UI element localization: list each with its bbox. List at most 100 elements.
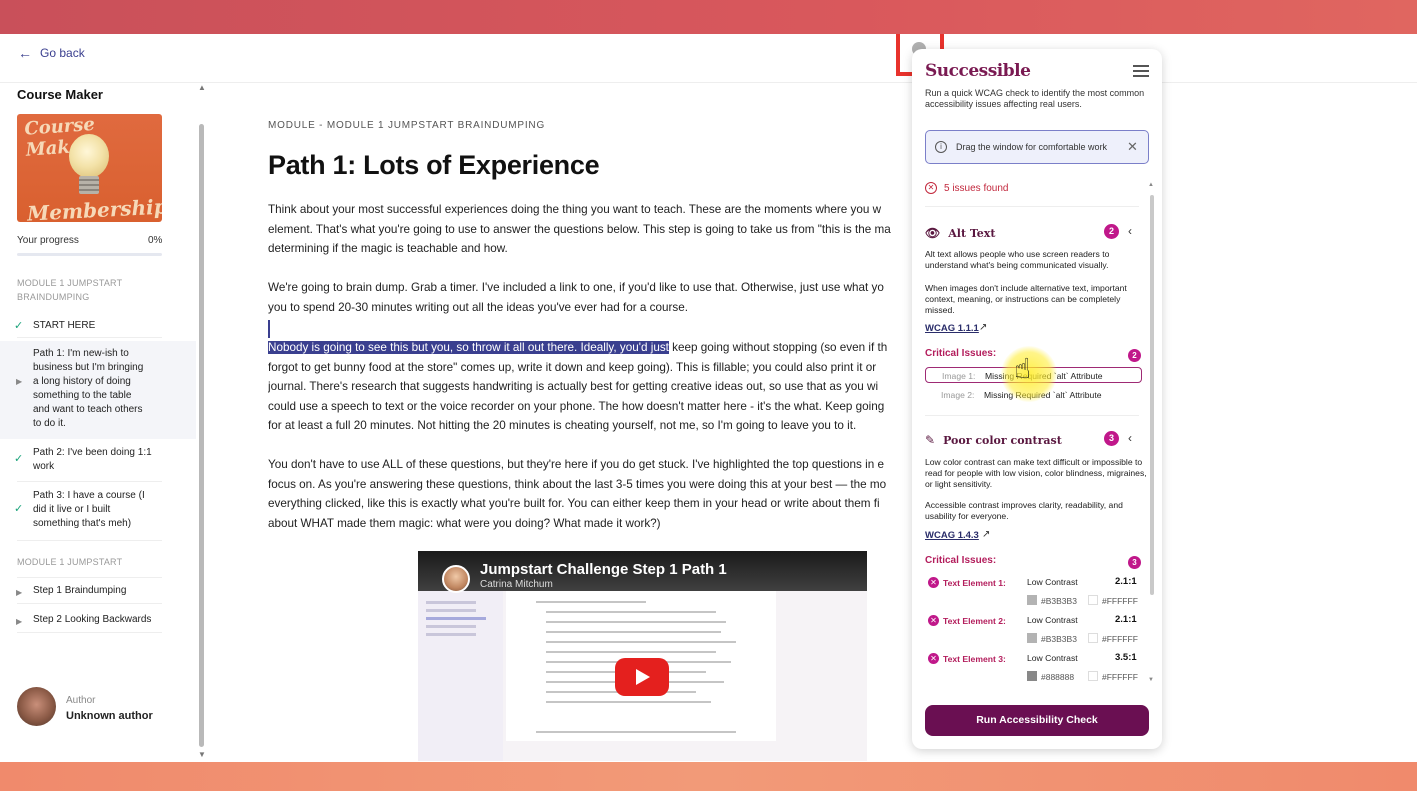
lesson-label: START HERE (33, 320, 96, 331)
scroll-up-arrow-icon[interactable]: ▲ (198, 83, 206, 92)
header-divider (0, 82, 1417, 83)
section-header-alt-text[interactable]: 👁 Alt Text (925, 226, 995, 240)
issue-name: Image 2: (941, 390, 975, 400)
lesson-label-line: something that's meh) (33, 518, 132, 529)
text-selection-start (268, 320, 270, 338)
contrast-issue-row[interactable]: ✕ Text Element 2: Low Contrast 2.1:1 #B3… (925, 613, 1142, 651)
critical-issues-label: Critical Issues: (925, 555, 997, 566)
contrast-issue-row[interactable]: ✕ Text Element 1: Low Contrast 2.1:1 #B3… (925, 575, 1142, 613)
wcag-link[interactable]: WCAG 1.4.3 (925, 530, 979, 541)
lesson-label: Step 2 Looking Backwards (33, 614, 152, 625)
lesson-item-start-here[interactable]: ✓ START HERE (0, 319, 196, 333)
issues-summary-text: 5 issues found (944, 182, 1009, 194)
panel-divider (925, 415, 1139, 416)
module-heading-line: BRAINDUMPING (17, 292, 90, 302)
lesson-item-path-3[interactable]: ✓ Path 3: I have a course (I did it live… (0, 489, 196, 531)
background-color: #FFFFFF (1102, 672, 1138, 682)
lesson-label-line: business but I'm bringing (33, 362, 144, 373)
drag-notice-text: Drag the window for comfortable work (956, 142, 1108, 152)
author-label: Author (66, 695, 96, 706)
close-icon[interactable]: ✕ (1127, 139, 1138, 155)
lesson-label: Path 1: I'm new-ish to business but I'm … (33, 347, 163, 431)
paragraph-line: Think about your most successful experie… (268, 203, 882, 216)
background-swatch (1088, 633, 1098, 643)
lesson-item-path-2[interactable]: ✓ Path 2: I've been doing 1:1 work (0, 446, 196, 474)
video-author: Catrina Mitchum (480, 579, 553, 590)
paragraph-line: focus on. As you're answering these ques… (268, 477, 887, 491)
section-header-contrast[interactable]: ✎ Poor color contrast (925, 433, 1062, 447)
wcag-link[interactable]: WCAG 1.1.1 (925, 323, 979, 334)
play-button-icon[interactable] (615, 658, 669, 696)
section-description: Accessible contrast improves clarity, re… (925, 500, 1123, 521)
course-sidebar: Course Maker Course Maker Membership You… (0, 83, 196, 762)
paragraph-line: everything clicked, like this is exactly… (268, 497, 880, 511)
paragraph-line: You don't have to use ALL of these quest… (268, 458, 884, 471)
lesson-label-line: to do it. (33, 418, 66, 429)
slide-line (426, 617, 486, 620)
arrow-left-icon: ← (18, 45, 32, 61)
critical-issues-label: Critical Issues: (925, 348, 997, 359)
paragraph-line: journal. There's research that suggests … (268, 380, 879, 394)
lesson-item-step-2[interactable]: ▶ Step 2 Looking Backwards (0, 613, 196, 629)
video-title[interactable]: Jumpstart Challenge Step 1 Path 1 (480, 561, 727, 578)
course-thumbnail: Course Maker Membership (17, 114, 162, 222)
slide-line (546, 611, 716, 613)
foreground-color: #888888 (1041, 672, 1075, 682)
successible-logo: Successible (925, 61, 1031, 81)
run-accessibility-check-button[interactable]: Run Accessibility Check (925, 705, 1149, 736)
highlighted-text: Nobody is going to see this but you, so … (268, 341, 669, 354)
lesson-label-line: Path 2: I've been doing 1:1 (33, 447, 152, 458)
paragraph-line: Nobody is going to see this but you, so … (268, 338, 918, 358)
contrast-ratio: 2.1:1 (1115, 614, 1137, 625)
issue-status: Low Contrast (1027, 653, 1078, 663)
nav-divider (17, 337, 162, 338)
slide-line (426, 625, 476, 628)
top-background-band (0, 0, 1417, 34)
module-heading: MODULE 1 JUMPSTART BRAINDUMPING (17, 276, 122, 304)
checkmark-icon: ✓ (14, 503, 24, 515)
error-circle-icon: ✕ (928, 653, 939, 664)
progress-bar (17, 253, 162, 256)
nav-divider (17, 632, 162, 633)
panel-scrollbar[interactable] (1150, 195, 1154, 595)
scroll-down-arrow-icon[interactable]: ▼ (198, 750, 206, 759)
channel-avatar[interactable] (442, 565, 470, 593)
checkmark-icon: ✓ (14, 320, 24, 332)
foreground-swatch (1027, 671, 1037, 681)
lesson-label: Path 2: I've been doing 1:1 work (33, 446, 163, 474)
error-circle-icon: ✕ (928, 615, 939, 626)
slide-line (536, 601, 646, 603)
lesson-item-step-1[interactable]: ▶ Step 1 Braindumping (0, 584, 196, 600)
critical-count-badge: 3 (1128, 556, 1141, 569)
lesson-label-line: did it live or I built (33, 504, 111, 515)
sidebar-scrollbar[interactable] (199, 124, 204, 747)
contrast-issue-row[interactable]: ✕ Text Element 3: Low Contrast 3.5:1 #88… (925, 651, 1142, 689)
thumbnail-title-bottom: Membership (26, 194, 162, 222)
issues-summary: ✕ 5 issues found (925, 182, 1009, 194)
paragraph-line: element. That's what you're going to use… (268, 222, 891, 236)
panel-divider (925, 206, 1139, 207)
eyedropper-icon: ✎ (925, 433, 936, 447)
progress-percent: 0% (148, 235, 163, 246)
video-embed[interactable]: Jumpstart Challenge Step 1 Path 1 Catrin… (418, 551, 867, 761)
lightbulb-icon (69, 134, 109, 178)
critical-count-badge: 2 (1128, 349, 1141, 362)
lesson-label: Step 1 Braindumping (33, 585, 127, 596)
background-swatch (1088, 671, 1098, 681)
paragraph-line: We're going to brain dump. Grab a timer.… (268, 281, 884, 294)
bottom-background-band (0, 762, 1417, 791)
panel-scroll-down-icon[interactable]: ▼ (1148, 677, 1154, 683)
section-description: Low color contrast can make text difficu… (925, 457, 1147, 489)
go-back-link[interactable]: ← Go back (18, 45, 85, 61)
lesson-paragraph: We're going to brain dump. Grab a timer.… (268, 278, 918, 317)
slide-line (426, 633, 476, 636)
background-swatch (1088, 595, 1098, 605)
nav-divider (17, 577, 162, 578)
chevron-left-icon[interactable]: ‹ (1128, 431, 1132, 445)
hamburger-menu-icon[interactable] (1133, 65, 1149, 77)
chevron-left-icon[interactable]: ‹ (1128, 224, 1132, 238)
panel-scroll-up-icon[interactable]: ▲ (1148, 182, 1154, 188)
nav-divider (17, 603, 162, 604)
lesson-item-path-1[interactable]: ▶ Path 1: I'm new-ish to business but I'… (0, 341, 196, 439)
external-link-icon: ↗ (979, 322, 988, 333)
